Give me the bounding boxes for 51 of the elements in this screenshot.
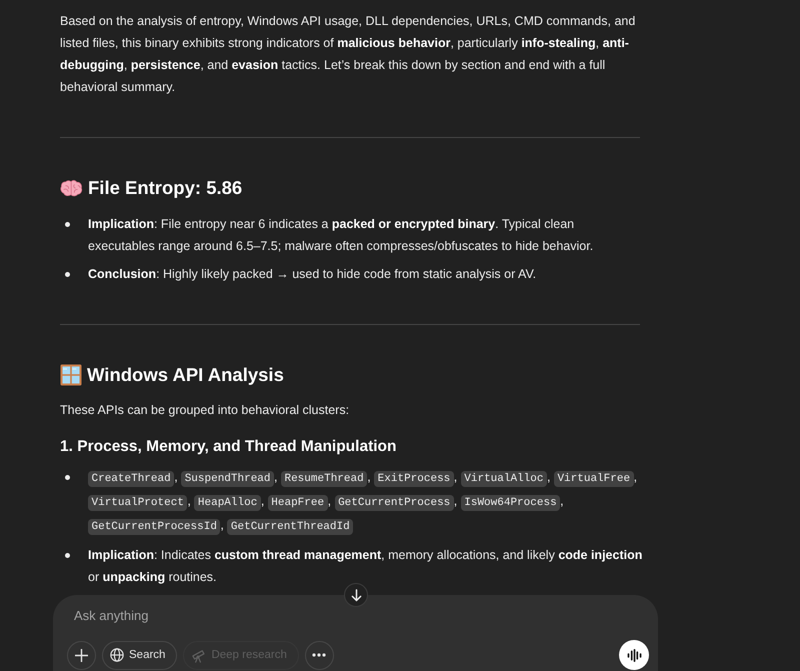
code-snippet: IsWow64Process [460,495,560,511]
code-snippet: CreateThread [88,471,174,487]
globe-icon [110,648,124,662]
code-snippet: ExitProcess [374,471,454,487]
intro-paragraph: Based on the analysis of entropy, Windows API usage, DLL dependencies, URLs, CMD commands, and listed files, this binary exhibits strong indicators of malicious behavior, particularly info-stealing, anti-debugging, persistence, and evasion tactics. Let’s break this down by section and end with a full behavioral summary. [60,13,636,96]
code-snippet: GetCurrentProcess [334,495,454,511]
list-comma: , [174,470,178,484]
body-paragraph: These APIs can be grouped into behavioral clusters: [60,402,350,419]
code-snippet: SuspendThread [181,471,274,487]
plus-icon [75,648,88,662]
list-comma: , [367,470,371,484]
code-snippet: GetCurrentThreadId [227,519,354,535]
list-comma: , [220,518,224,532]
bullet-text: Conclusion: Highly likely packed → used to hide code from static analysis or AV. [88,266,538,283]
list-comma: , [454,494,458,508]
more-icon [312,653,326,657]
list-comma: , [454,470,458,484]
code-snippet: VirtualProtect [88,495,188,511]
code-snippet: VirtualFree [554,471,634,487]
waveform-icon [626,648,642,662]
section-heading: File Entropy: 5.86 [88,177,242,199]
list-comma: , [260,494,264,508]
bullet-text: Implication: File entropy near 6 indicates a packed or encrypted binary. Typical clean executables range around 6.5–7.5; malware often compresses/obfuscates to hide behavior. [88,216,594,255]
message-input[interactable]: Ask anything [74,604,374,626]
code-snippet: VirtualAlloc [460,471,547,487]
search-button[interactable]: Search [102,640,178,670]
brain-icon [60,178,83,198]
list-comma: , [634,470,638,484]
window-icon [60,364,82,386]
code-snippet: ResumeThread [280,471,368,487]
subsection-heading: 1. Process, Memory, and Thread Manipulation [60,437,398,457]
list-comma: , [328,494,332,508]
add-button[interactable] [67,640,96,670]
list-comma: , [187,494,191,508]
code-snippet: GetCurrentProcessId [88,519,220,535]
list-comma: , [546,470,550,484]
voice-button[interactable] [619,640,649,670]
bullet-icon [65,222,70,227]
section-heading: Windows API Analysis [87,364,284,386]
bullet-icon [65,475,70,480]
telescope-icon [191,648,206,662]
scroll-down-button[interactable] [344,583,368,607]
list-comma: , [560,494,564,508]
list-comma: , [274,470,278,484]
more-button[interactable] [304,640,334,670]
code-snippet: HeapFree [268,495,328,511]
bullet-icon [65,553,70,558]
arrow-down-icon [350,588,362,602]
bullet-text: Implication: Indicates custom thread management, memory allocations, and likely code injection or unpacking routines. [88,547,644,586]
bullet-icon [65,272,70,277]
code-snippet: HeapAlloc [194,495,261,511]
